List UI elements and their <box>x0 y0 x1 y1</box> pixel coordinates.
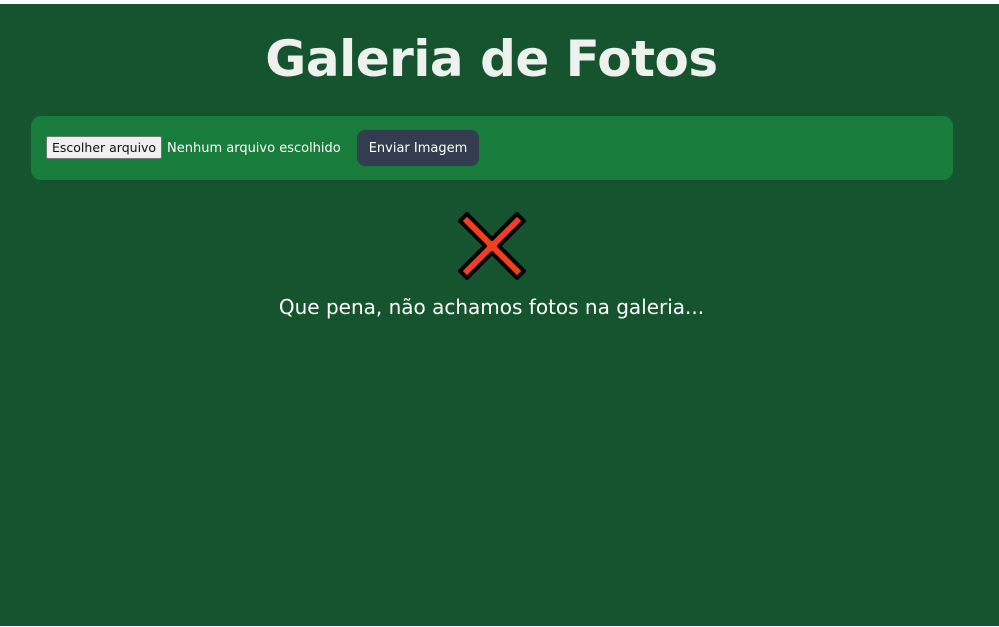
choose-file-button[interactable]: Escolher arquivo <box>46 136 163 159</box>
send-image-button[interactable]: Enviar Imagem <box>357 130 479 166</box>
page-title: Galeria de Fotos <box>265 30 718 88</box>
upload-form: Escolher arquivo Nenhum arquivo escolhid… <box>31 116 953 180</box>
empty-gallery-message: Que pena, não achamos fotos na galeria..… <box>278 295 705 319</box>
app-container: Galeria de Fotos Escolher arquivo Nenhum… <box>0 4 999 626</box>
cross-mark-icon <box>458 212 526 280</box>
file-status-label: Nenhum arquivo escolhido <box>167 141 341 156</box>
